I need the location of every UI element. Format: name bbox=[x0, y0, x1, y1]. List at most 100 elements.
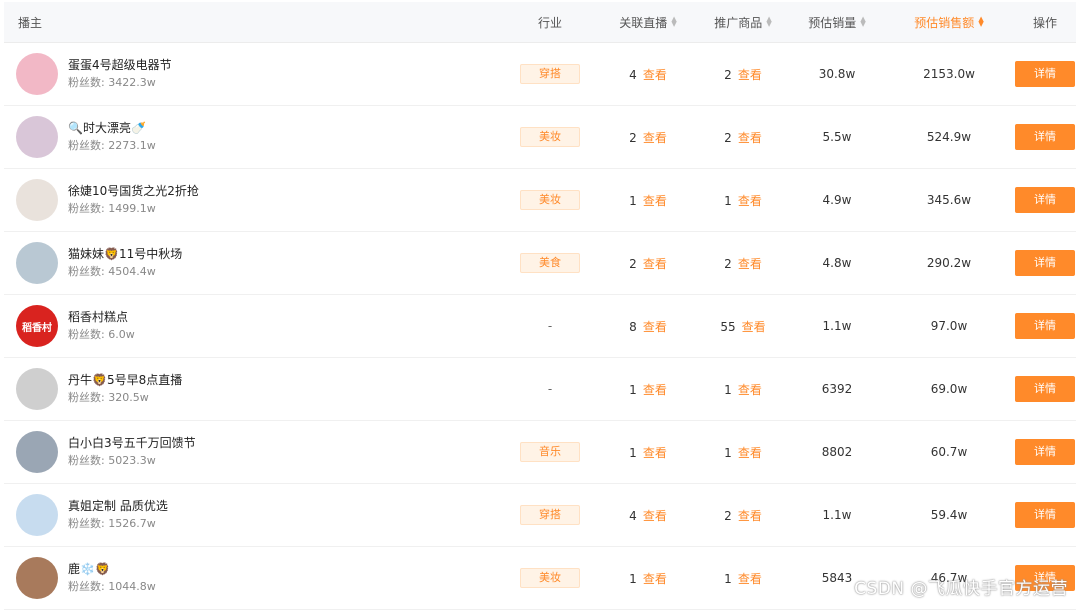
products-cell: 1查看 bbox=[696, 381, 790, 398]
gmv-value: 345.6w bbox=[884, 193, 1014, 207]
view-live-link[interactable]: 查看 bbox=[643, 131, 667, 145]
host-cell[interactable]: 丹牛🦁5号早8点直播 粉丝数: 320.5w bbox=[4, 368, 500, 410]
detail-button[interactable]: 详情 bbox=[1015, 439, 1075, 465]
header-live-sort[interactable]: 关联直播 ▲▼ bbox=[600, 14, 696, 31]
detail-button[interactable]: 详情 bbox=[1015, 124, 1075, 150]
gmv-value: 59.4w bbox=[884, 508, 1014, 522]
header-gmv-sort[interactable]: 预估销售额▲▼ bbox=[884, 14, 1014, 31]
industry-tag: 穿搭 bbox=[520, 505, 580, 525]
fans-count: 粉丝数: 1526.7w bbox=[68, 515, 168, 533]
view-products-link[interactable]: 查看 bbox=[738, 257, 762, 271]
live-cell: 1查看 bbox=[600, 444, 696, 461]
avatar[interactable] bbox=[16, 53, 58, 95]
table-row: 蛋蛋4号超级电器节 粉丝数: 3422.3w 穿搭 4查看 2查看 30.8w … bbox=[4, 43, 1076, 106]
detail-button[interactable]: 详情 bbox=[1015, 187, 1075, 213]
header-live-label: 关联直播 bbox=[619, 14, 667, 31]
avatar[interactable] bbox=[16, 116, 58, 158]
products-count: 1 bbox=[724, 572, 732, 586]
op-cell: 详情 bbox=[1014, 376, 1076, 402]
products-count: 1 bbox=[724, 446, 732, 460]
host-cell[interactable]: 鹿❄️🦁 粉丝数: 1044.8w bbox=[4, 557, 500, 599]
host-cell[interactable]: 真姐定制 品质优选 粉丝数: 1526.7w bbox=[4, 494, 500, 536]
industry-cell: 美妆 bbox=[500, 190, 600, 210]
avatar-logo-text: 稻香村 bbox=[22, 319, 52, 334]
products-cell: 2 查看 bbox=[696, 129, 790, 146]
view-live-link[interactable]: 查看 bbox=[643, 572, 667, 586]
view-live-link[interactable]: 查看 bbox=[643, 320, 667, 334]
view-live-link[interactable]: 查看 bbox=[643, 509, 667, 523]
view-products-link[interactable]: 查看 bbox=[738, 68, 762, 82]
host-name[interactable]: 🔍时大漂亮🍼 bbox=[68, 119, 156, 137]
host-cell[interactable]: 白小白3号五千万回馈节 粉丝数: 5023.3w bbox=[4, 431, 500, 473]
detail-button[interactable]: 详情 bbox=[1015, 313, 1075, 339]
industry-cell: 美妆 bbox=[500, 127, 600, 147]
view-products-link[interactable]: 查看 bbox=[738, 446, 762, 460]
products-count: 2 bbox=[724, 257, 732, 271]
host-name[interactable]: 蛋蛋4号超级电器节 bbox=[68, 56, 172, 74]
header-products-sort[interactable]: 推广商品 ▲▼ bbox=[696, 14, 790, 31]
industry-tag: 美食 bbox=[520, 253, 580, 273]
table-row: 稻香村 稻香村糕点 粉丝数: 6.0w - 8查看 55查看 1.1w 97.0… bbox=[4, 295, 1076, 358]
industry-cell: 穿搭 bbox=[500, 505, 600, 525]
table-row: 白小白3号五千万回馈节 粉丝数: 5023.3w 音乐 1查看 1查看 8802… bbox=[4, 421, 1076, 484]
host-cell[interactable]: 稻香村 稻香村糕点 粉丝数: 6.0w bbox=[4, 305, 500, 347]
header-industry: 行业 bbox=[500, 14, 600, 31]
view-live-link[interactable]: 查看 bbox=[643, 446, 667, 460]
industry-cell: 穿搭 bbox=[500, 64, 600, 84]
view-products-link[interactable]: 查看 bbox=[738, 509, 762, 523]
watermark: CSDN @飞瓜快手官方运营 bbox=[854, 574, 1068, 599]
fans-count: 粉丝数: 3422.3w bbox=[68, 74, 172, 92]
header-sales-label: 预估销量 bbox=[808, 14, 856, 31]
host-name[interactable]: 丹牛🦁5号早8点直播 bbox=[68, 371, 182, 389]
sort-icon[interactable]: ▲▼ bbox=[766, 17, 771, 27]
view-products-link[interactable]: 查看 bbox=[742, 320, 766, 334]
avatar[interactable] bbox=[16, 494, 58, 536]
host-name[interactable]: 徐婕10号国货之光2折抢 bbox=[68, 182, 199, 200]
industry-tag: 美妆 bbox=[520, 127, 580, 147]
view-live-link[interactable]: 查看 bbox=[643, 383, 667, 397]
industry-tag: 美妆 bbox=[520, 568, 580, 588]
view-live-link[interactable]: 查看 bbox=[643, 194, 667, 208]
view-live-link[interactable]: 查看 bbox=[643, 68, 667, 82]
header-host: 播主 bbox=[4, 14, 500, 31]
fans-count: 粉丝数: 6.0w bbox=[68, 326, 135, 344]
sales-value: 5.5w bbox=[790, 130, 884, 144]
view-products-link[interactable]: 查看 bbox=[738, 572, 762, 586]
avatar[interactable] bbox=[16, 368, 58, 410]
detail-button[interactable]: 详情 bbox=[1015, 250, 1075, 276]
products-count: 55 bbox=[720, 320, 735, 334]
fans-count: 粉丝数: 1044.8w bbox=[68, 578, 156, 596]
sort-active-icon[interactable]: ▲▼ bbox=[978, 17, 983, 27]
avatar[interactable]: 稻香村 bbox=[16, 305, 58, 347]
view-products-link[interactable]: 查看 bbox=[738, 131, 762, 145]
table-row: 丹牛🦁5号早8点直播 粉丝数: 320.5w - 1查看 1查看 6392 69… bbox=[4, 358, 1076, 421]
live-cell: 4查看 bbox=[600, 66, 696, 83]
host-name[interactable]: 鹿❄️🦁 bbox=[68, 560, 156, 578]
avatar[interactable] bbox=[16, 557, 58, 599]
view-products-link[interactable]: 查看 bbox=[738, 383, 762, 397]
products-count: 2 bbox=[724, 131, 732, 145]
header-products-label: 推广商品 bbox=[714, 14, 762, 31]
host-cell[interactable]: 蛋蛋4号超级电器节 粉丝数: 3422.3w bbox=[4, 53, 500, 95]
sort-icon[interactable]: ▲▼ bbox=[860, 17, 865, 27]
view-products-link[interactable]: 查看 bbox=[738, 194, 762, 208]
host-name[interactable]: 猫妹妹🦁11号中秋场 bbox=[68, 245, 182, 263]
host-name[interactable]: 稻香村糕点 bbox=[68, 308, 135, 326]
op-cell: 详情 bbox=[1014, 502, 1076, 528]
avatar[interactable] bbox=[16, 431, 58, 473]
detail-button[interactable]: 详情 bbox=[1015, 61, 1075, 87]
host-cell[interactable]: 猫妹妹🦁11号中秋场 粉丝数: 4504.4w bbox=[4, 242, 500, 284]
avatar[interactable] bbox=[16, 179, 58, 221]
sort-icon[interactable]: ▲▼ bbox=[671, 17, 676, 27]
host-cell[interactable]: 🔍时大漂亮🍼 粉丝数: 2273.1w bbox=[4, 116, 500, 158]
view-live-link[interactable]: 查看 bbox=[643, 257, 667, 271]
detail-button[interactable]: 详情 bbox=[1015, 376, 1075, 402]
host-name[interactable]: 真姐定制 品质优选 bbox=[68, 497, 168, 515]
host-cell[interactable]: 徐婕10号国货之光2折抢 粉丝数: 1499.1w bbox=[4, 179, 500, 221]
op-cell: 详情 bbox=[1014, 61, 1076, 87]
detail-button[interactable]: 详情 bbox=[1015, 502, 1075, 528]
host-name[interactable]: 白小白3号五千万回馈节 bbox=[68, 434, 196, 452]
header-sales-sort[interactable]: 预估销量 ▲▼ bbox=[790, 14, 884, 31]
avatar[interactable] bbox=[16, 242, 58, 284]
live-cell: 1查看 bbox=[600, 570, 696, 587]
